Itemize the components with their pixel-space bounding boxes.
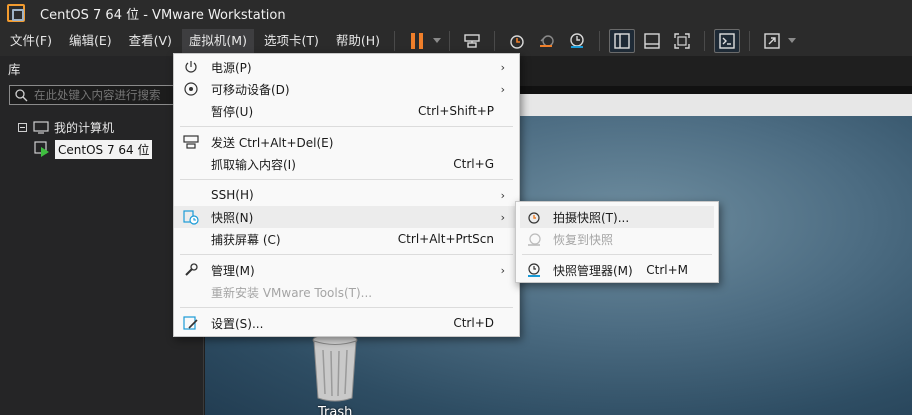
stretch-guest-button[interactable] <box>759 29 785 53</box>
menu-item-ssh[interactable]: SSH(H) › <box>174 184 519 206</box>
menu-item-removable-devices[interactable]: 可移动设备(D) › <box>174 78 519 100</box>
submenu-arrow-icon: › <box>500 263 505 277</box>
menu-separator <box>180 254 513 255</box>
snapshot-submenu: 拍摄快照(T)... 恢复到快照 快照管理器(M) Ctrl+M <box>515 201 719 283</box>
submenu-arrow-icon: › <box>500 60 505 74</box>
menu-item-capture-screen[interactable]: 捕获屏幕 (C) Ctrl+Alt+PrtScn <box>174 228 519 250</box>
toolbar-separator <box>494 31 496 51</box>
collapse-toggle-icon[interactable] <box>18 122 27 132</box>
menu-item-send-cad[interactable]: 发送 Ctrl+Alt+Del(E) <box>174 131 519 153</box>
submenu-arrow-icon: › <box>500 188 505 202</box>
terminal-icon <box>719 33 735 49</box>
stretch-dropdown[interactable] <box>787 38 797 44</box>
pause-button[interactable] <box>404 29 430 53</box>
menu-item-reinstall-tools: 重新安装 VMware Tools(T)... <box>211 285 373 300</box>
send-keys-icon <box>464 34 480 48</box>
menu-separator <box>522 254 712 255</box>
chevron-down-icon <box>788 38 797 43</box>
removable-device-icon <box>184 82 198 96</box>
bottom-panel-icon <box>644 33 660 49</box>
menu-item-pause[interactable]: 暂停(U) Ctrl+Shift+P <box>174 100 519 122</box>
menu-edit[interactable]: 编辑(E) <box>62 29 119 53</box>
title-bar: CentOS 7 64 位 - VMware Workstation <box>0 0 912 26</box>
snapshot-manager-button[interactable] <box>564 29 590 53</box>
menu-item-power[interactable]: 电源(P) › <box>174 56 519 78</box>
show-thumbnail-bar-button[interactable] <box>639 29 665 53</box>
menu-view[interactable]: 查看(V) <box>122 29 179 53</box>
revert-snapshot-button[interactable] <box>534 29 560 53</box>
search-icon <box>15 89 28 102</box>
shortcut-label: Ctrl+G <box>453 157 494 171</box>
expand-arrow-icon <box>764 33 780 49</box>
power-dropdown[interactable] <box>432 38 442 44</box>
console-view-button[interactable] <box>714 29 741 53</box>
submenu-arrow-icon: › <box>500 210 505 224</box>
menu-bar: 文件(F) 编辑(E) 查看(V) 虚拟机(M) 选项卡(T) 帮助(H) <box>0 26 912 56</box>
menu-help[interactable]: 帮助(H) <box>329 29 387 53</box>
submenu-item-revert-snapshot: 恢复到快照 <box>520 228 714 250</box>
fullscreen-frame-icon <box>674 33 690 49</box>
window-title: CentOS 7 64 位 - VMware Workstation <box>40 7 286 23</box>
snapshot-icon <box>183 210 199 225</box>
toolbar-separator <box>704 31 706 51</box>
submenu-item-take-snapshot[interactable]: 拍摄快照(T)... <box>520 206 714 228</box>
shortcut-label: Ctrl+Alt+PrtScn <box>397 232 494 246</box>
shortcut-label: Ctrl+D <box>453 316 494 330</box>
menu-separator <box>180 179 513 180</box>
sidebar-layout-icon <box>614 33 630 49</box>
settings-icon <box>183 316 198 330</box>
menu-item-snapshot[interactable]: 快照(N) › <box>174 206 519 228</box>
menu-file[interactable]: 文件(F) <box>3 29 59 53</box>
full-screen-button[interactable] <box>669 29 695 53</box>
send-cad-button[interactable] <box>459 29 485 53</box>
menu-item-grab-input[interactable]: 抓取输入内容(I) Ctrl+G <box>174 153 519 175</box>
menu-separator <box>180 126 513 127</box>
shortcut-label: Ctrl+M <box>646 263 688 277</box>
toolbar-separator <box>449 31 451 51</box>
menu-vm[interactable]: 虚拟机(M) <box>181 29 254 53</box>
library-search-box[interactable] <box>9 85 199 105</box>
power-icon <box>185 61 197 73</box>
vm-menu-dropdown: 电源(P) › 可移动设备(D) › 暂停(U) Ctrl+Shift+P 发送… <box>173 53 520 337</box>
wrench-icon <box>185 263 198 276</box>
pause-icon <box>411 33 424 49</box>
shortcut-label: Ctrl+Shift+P <box>418 104 494 118</box>
send-keys-icon <box>183 135 199 149</box>
revert-snapshot-icon <box>540 35 554 47</box>
computer-icon <box>33 121 49 134</box>
menu-item-settings[interactable]: 设置(S)... Ctrl+D <box>174 312 519 334</box>
snapshot-clock-icon <box>510 35 524 49</box>
take-snapshot-button[interactable] <box>504 29 530 53</box>
show-library-button[interactable] <box>609 29 636 53</box>
revert-snapshot-icon <box>528 233 541 246</box>
tree-label-my-computer: 我的计算机 <box>54 120 115 135</box>
submenu-item-snapshot-manager[interactable]: 快照管理器(M) Ctrl+M <box>520 259 714 281</box>
menu-tabs[interactable]: 选项卡(T) <box>257 29 326 53</box>
take-snapshot-icon <box>528 212 540 224</box>
trash-icon[interactable] <box>305 330 365 402</box>
vm-running-icon <box>34 141 49 157</box>
tree-label-vm: CentOS 7 64 位 <box>55 139 153 159</box>
snapshot-manager-icon <box>570 33 584 48</box>
toolbar-separator <box>749 31 751 51</box>
toolbar-separator <box>599 31 601 51</box>
snapshot-manager-icon <box>528 263 540 277</box>
menu-item-manage[interactable]: 管理(M) › <box>174 259 519 281</box>
trash-label: Trash <box>318 405 353 415</box>
library-search-input[interactable] <box>34 88 194 102</box>
toolbar-separator <box>394 31 396 51</box>
vmware-logo-icon <box>7 4 25 22</box>
menu-separator <box>180 307 513 308</box>
submenu-arrow-icon: › <box>500 82 505 96</box>
chevron-down-icon <box>433 38 442 43</box>
